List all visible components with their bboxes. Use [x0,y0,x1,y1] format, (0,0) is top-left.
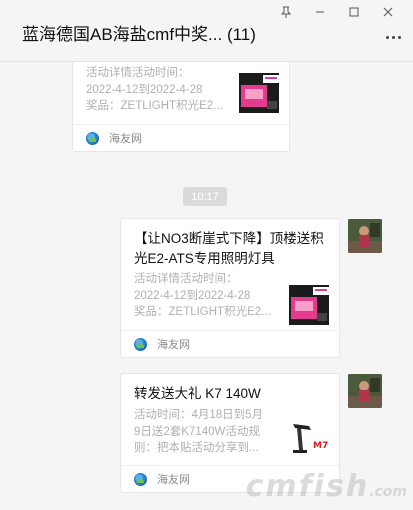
card-desc-line: 活动详情活动时间： [86,67,190,79]
site-watermark: cmfish.com [246,469,407,504]
minimize-icon[interactable] [303,2,337,22]
avatar[interactable] [348,374,382,408]
card-desc-line: 活动时间：4月18日到5月 [134,409,264,421]
avatar[interactable] [348,219,382,253]
card-footer: 海友网 [121,330,339,357]
message-list[interactable]: 活动详情活动时间： 2022-4-12到2022-4-28 奖品：ZETLIGH… [0,62,413,510]
k7-lamp-thumbnail: M7 [287,416,331,460]
card-desc-line: 奖品：ZETLIGHT积光E2... [86,100,223,112]
card-description: 活动详情活动时间： 2022-4-12到2022-4-28 奖品：ZETLIGH… [134,271,284,321]
window-titlebar: 蓝海德国AB海盐cmf中奖... (11) [0,0,413,62]
card-title: 【让NO3断崖式下降】顶楼送积 光E2-ATS专用照明灯具 [134,229,332,269]
source-logo-icon [86,131,99,145]
card-footer: 海友网 [73,124,289,151]
card-title-line: 光E2-ATS专用照明灯具 [134,251,275,266]
shared-link-card[interactable]: 【让NO3断崖式下降】顶楼送积 光E2-ATS专用照明灯具 活动详情活动时间： … [120,218,340,358]
maximize-icon[interactable] [337,2,371,22]
card-title-line: 【让NO3断崖式下降】顶楼送积 [134,231,324,246]
pin-icon[interactable] [269,2,303,22]
more-options-icon[interactable] [383,30,403,44]
led-light-ad-thumbnail [237,71,281,115]
svg-text:M7: M7 [313,441,328,451]
card-desc-line: 9日送2套K7140W活动规 [134,425,260,438]
card-desc-line: 奖品：ZETLIGHT积光E2... [134,306,271,318]
card-desc-line: 2022-4-12到2022-4-28 [86,83,203,96]
card-source: 海友网 [109,133,142,145]
card-desc-line: 2022-4-12到2022-4-28 [134,289,251,302]
card-source: 海友网 [157,339,190,351]
card-title-line: 转发送大礼 K7 140W [134,386,261,401]
chat-title: 蓝海德国AB海盐cmf中奖... (11) [22,25,256,44]
shared-link-card[interactable]: 活动详情活动时间： 2022-4-12到2022-4-28 奖品：ZETLIGH… [72,62,290,152]
source-logo-icon [134,472,147,486]
watermark-main: cmfish [245,469,370,504]
card-desc-line: 活动详情活动时间： [134,273,238,285]
message-timestamp: 10:17 [183,187,227,206]
source-logo-icon [134,337,147,351]
card-source: 海友网 [157,474,190,486]
window-controls [269,2,405,22]
card-description: 活动时间：4月18日到5月 9日送2套K7140W活动规 则：把本贴活动分享到.… [134,407,284,457]
close-icon[interactable] [371,2,405,22]
card-description: 活动详情活动时间： 2022-4-12到2022-4-28 奖品：ZETLIGH… [86,65,236,115]
card-title: 转发送大礼 K7 140W [134,384,332,404]
watermark-suffix: .com [369,484,407,500]
card-desc-line: 则：把本贴活动分享到... [134,442,259,454]
led-light-ad-thumbnail [287,283,331,327]
